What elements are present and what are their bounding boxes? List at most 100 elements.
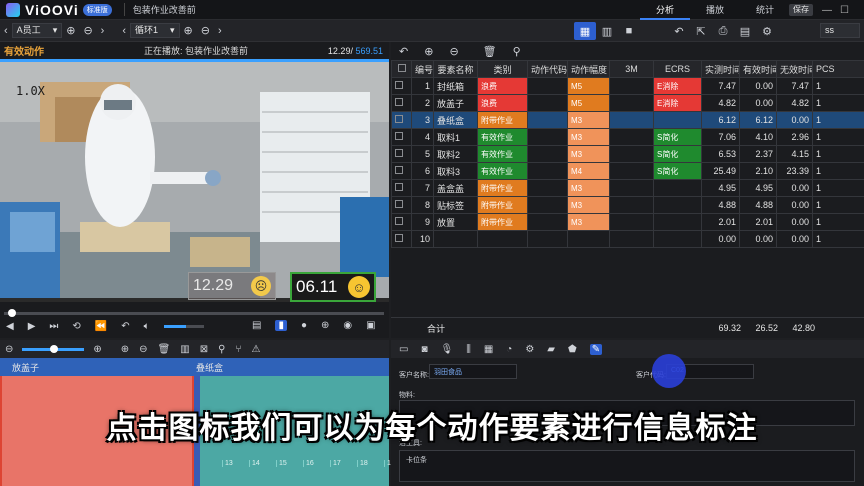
add-segment-icon[interactable]: ⊕ [121,344,129,355]
table-cell-name[interactable]: 放盖子 [433,94,478,112]
table-cell-no[interactable]: 6 [411,162,434,180]
select-all-checkbox[interactable] [397,64,406,72]
merge-icon[interactable]: ⊠ [200,344,208,355]
play-icon[interactable]: ▶ [28,321,36,332]
table-cell-code[interactable] [527,196,568,214]
table-cell-m3[interactable] [609,111,654,129]
table-cell-name[interactable]: 取料2 [433,145,478,163]
print-icon[interactable]: ⎙ [712,22,734,40]
table-cell-m3[interactable] [609,162,654,180]
table-cell-cat[interactable]: 浪费 [477,94,528,112]
table-row[interactable]: 5 取料2 有效作业 M3 S简化 6.53 2.37 4.15 1 [391,145,864,163]
table-cell-code[interactable] [527,213,568,231]
table-cell-amp[interactable]: M3 [567,111,610,129]
table-icon[interactable]: ▤ [734,22,756,40]
row-checkbox[interactable] [395,217,403,225]
document-icon[interactable]: ▤ [252,320,261,331]
next-cycle-icon[interactable]: › [218,25,222,37]
table-cell-ecrs[interactable] [653,179,702,197]
row-checkbox[interactable] [395,234,403,242]
undo-icon[interactable]: ↶ [668,22,690,40]
table-cell-amp[interactable]: M3 [567,213,610,231]
table-cell-amp[interactable]: M3 [567,145,610,163]
table-cell-m3[interactable] [609,213,654,231]
column-header[interactable]: ECRS [653,60,702,78]
comment-icon[interactable]: ▭ [399,344,408,355]
table-cell-pcs[interactable]: 1 [812,94,864,112]
table-cell-code[interactable] [527,179,568,197]
layout-grid-icon[interactable]: ▦ [574,22,596,40]
table-cell-t2[interactable]: 6.12 [739,111,777,129]
table-cell-t1[interactable]: 4.88 [701,196,740,214]
column-header[interactable]: 无效时间 [776,60,813,78]
table-cell-t3[interactable]: 2.96 [776,128,813,146]
row-checkbox[interactable] [395,98,403,106]
table-cell-ecrs[interactable] [653,111,702,129]
table-cell-pcs[interactable]: 1 [812,162,864,180]
person-icon[interactable]: ⚲ [218,344,225,355]
table-cell-ecrs[interactable]: E消除 [653,77,702,95]
table-cell-no[interactable]: 3 [411,111,434,129]
table-cell-m3[interactable] [609,145,654,163]
volume-icon[interactable]: 🔈︎ [144,321,150,332]
table-cell-t3[interactable]: 0.00 [776,213,813,231]
undo-icon[interactable]: ↶ [399,45,408,58]
maximize-icon[interactable]: ☐ [840,5,849,16]
tab-playback[interactable]: 播放 [690,0,740,20]
row-checkbox-cell[interactable] [391,196,412,214]
row-checkbox[interactable] [395,166,403,174]
row-checkbox-cell[interactable] [391,145,412,163]
table-cell-ecrs[interactable] [653,213,702,231]
camera-icon[interactable]: ▣ [366,320,375,331]
next-worker-icon[interactable]: › [101,25,105,37]
table-cell-name[interactable]: 放置 [433,213,478,231]
table-cell-pcs[interactable]: 1 [812,111,864,129]
add-worker-icon[interactable]: ⊕ [66,24,75,37]
table-cell-amp[interactable]: M3 [567,179,610,197]
table-row[interactable]: 7 盖盒盖 附带作业 M3 4.95 4.95 0.00 1 [391,179,864,197]
table-cell-code[interactable] [527,162,568,180]
table-cell-pcs[interactable]: 1 [812,213,864,231]
table-cell-amp[interactable]: M5 [567,94,610,112]
row-checkbox-cell[interactable] [391,230,412,248]
table-cell-ecrs[interactable]: S简化 [653,162,702,180]
table-cell-m3[interactable] [609,94,654,112]
table-cell-t3[interactable]: 0.00 [776,230,813,248]
tab-statistics[interactable]: 统计 [740,0,790,20]
table-cell-ecrs[interactable]: S简化 [653,145,702,163]
table-cell-t3[interactable]: 4.82 [776,94,813,112]
table-cell-m3[interactable] [609,179,654,197]
remove-row-icon[interactable]: ⊖ [449,45,458,58]
delete-segment-icon[interactable]: 🗑︎ [158,344,171,355]
table-cell-m3[interactable] [609,77,654,95]
volume-slider[interactable] [163,325,204,328]
person-icon[interactable]: ⚲ [513,45,521,58]
layout-select[interactable]: ss [820,23,860,38]
remove-cycle-icon[interactable]: ⊖ [201,24,210,37]
seek-handle[interactable] [8,309,16,317]
table-row[interactable]: 8 贴标签 附带作业 M3 4.88 4.88 0.00 1 [391,196,864,214]
table-cell-t1[interactable]: 7.47 [701,77,740,95]
table-cell-pcs[interactable]: 1 [812,145,864,163]
table-cell-t3[interactable]: 0.00 [776,196,813,214]
table-cell-t2[interactable]: 2.01 [739,213,777,231]
table-cell-t1[interactable]: 4.82 [701,94,740,112]
row-checkbox[interactable] [395,200,403,208]
segment-label[interactable]: 放盖子 [12,361,39,374]
table-cell-ecrs[interactable] [653,230,702,248]
table-cell-t3[interactable]: 0.00 [776,179,813,197]
column-header[interactable]: 动作代码 [527,60,568,78]
table-cell-cat[interactable] [477,230,528,248]
table-cell-t3[interactable]: 7.47 [776,77,813,95]
column-header[interactable]: 要素名称 [433,60,478,78]
table-cell-t2[interactable]: 2.10 [739,162,777,180]
table-cell-t2[interactable]: 2.37 [739,145,777,163]
row-checkbox[interactable] [395,81,403,89]
row-checkbox[interactable] [395,149,403,157]
table-cell-cat[interactable]: 附带作业 [477,111,528,129]
row-checkbox-cell[interactable] [391,128,412,146]
equalizer-icon[interactable]: ⫼ [466,344,471,355]
column-header[interactable]: 类别 [477,60,528,78]
camera-icon[interactable]: ◙ [421,344,427,355]
cycle-select[interactable]: 循环1 ▾ [130,23,180,38]
